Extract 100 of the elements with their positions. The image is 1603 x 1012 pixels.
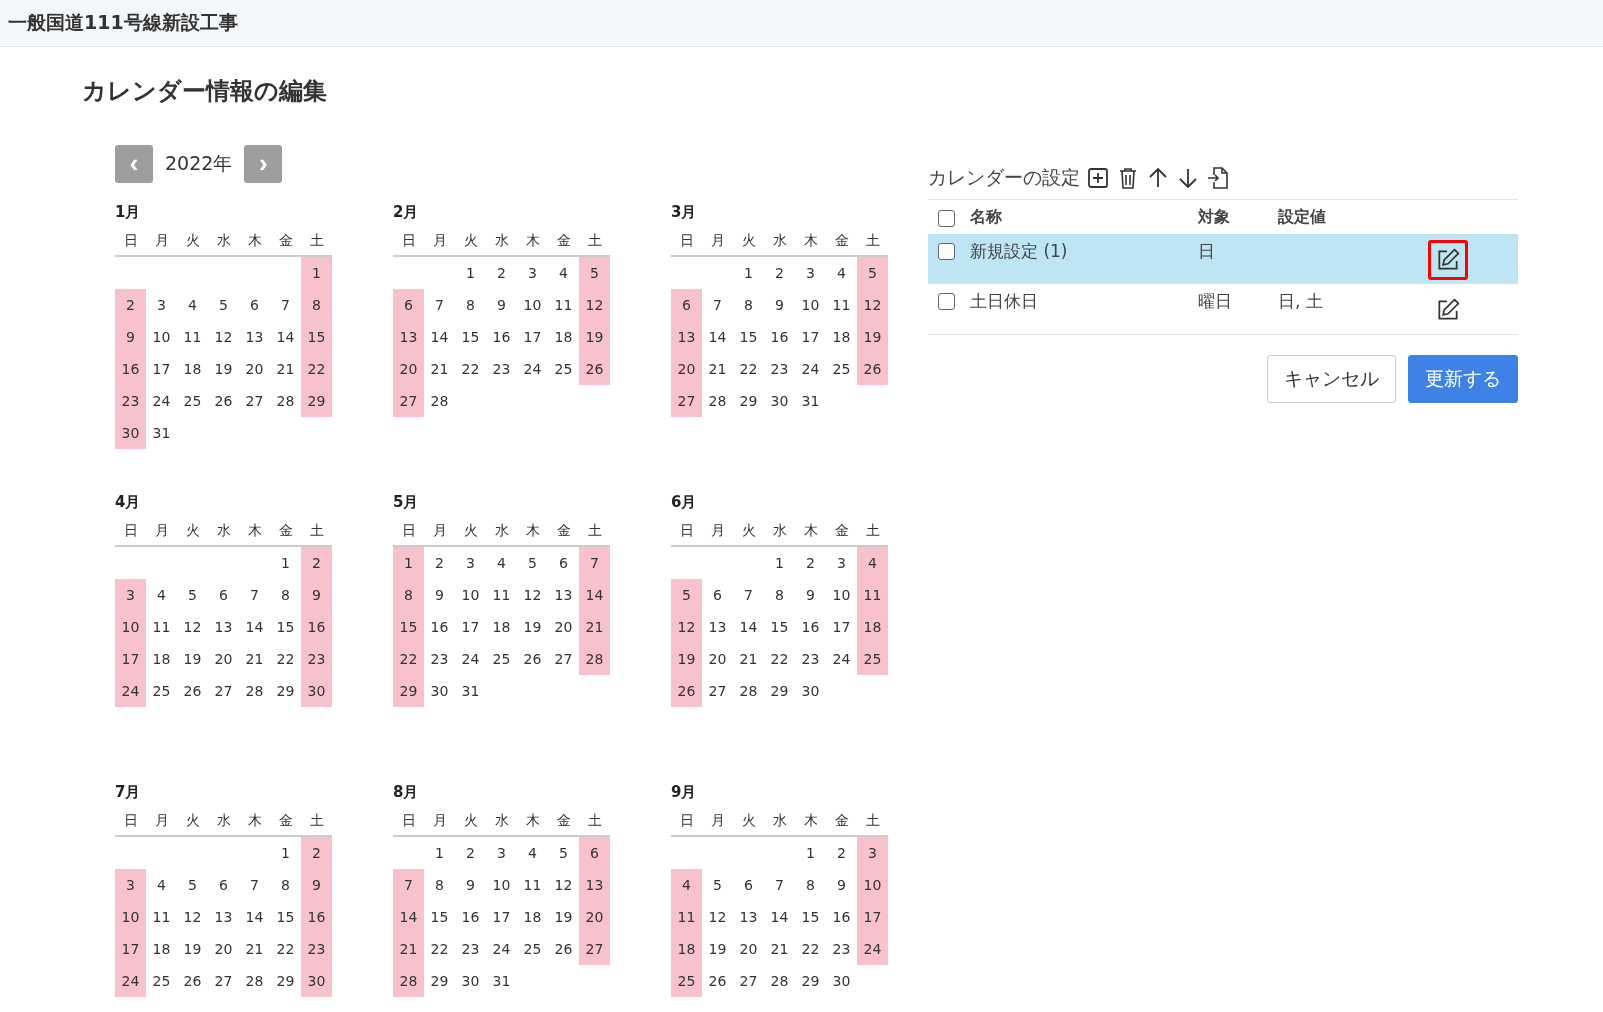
date[interactable]: 11 xyxy=(177,321,208,353)
date[interactable]: 19 xyxy=(548,901,579,933)
date[interactable]: 11 xyxy=(548,289,579,321)
date[interactable]: 20 xyxy=(239,353,270,385)
holiday-date[interactable]: 23 xyxy=(301,933,332,965)
date[interactable]: 15 xyxy=(270,901,301,933)
date[interactable]: 7 xyxy=(733,579,764,611)
date[interactable]: 11 xyxy=(826,289,857,321)
date[interactable]: 18 xyxy=(177,353,208,385)
date[interactable]: 4 xyxy=(826,257,857,289)
date[interactable]: 24 xyxy=(517,353,548,385)
date[interactable]: 20 xyxy=(208,933,239,965)
holiday-date[interactable]: 26 xyxy=(857,353,888,385)
holiday-date[interactable]: 28 xyxy=(579,643,610,675)
holiday-date[interactable]: 23 xyxy=(115,385,146,417)
date[interactable]: 28 xyxy=(424,385,455,417)
date[interactable]: 25 xyxy=(146,965,177,997)
holiday-date[interactable]: 1 xyxy=(301,257,332,289)
date[interactable]: 1 xyxy=(455,257,486,289)
holiday-date[interactable]: 14 xyxy=(579,579,610,611)
date[interactable]: 7 xyxy=(424,289,455,321)
holiday-date[interactable]: 23 xyxy=(301,643,332,675)
date[interactable]: 17 xyxy=(826,611,857,643)
date[interactable]: 7 xyxy=(270,289,301,321)
date[interactable]: 20 xyxy=(733,933,764,965)
holiday-date[interactable]: 5 xyxy=(857,257,888,289)
edit-button[interactable] xyxy=(1428,240,1468,280)
date[interactable]: 24 xyxy=(826,643,857,675)
holiday-date[interactable]: 8 xyxy=(393,579,424,611)
date[interactable]: 4 xyxy=(146,579,177,611)
holiday-date[interactable]: 26 xyxy=(671,675,702,707)
date[interactable]: 26 xyxy=(177,675,208,707)
holiday-date[interactable]: 20 xyxy=(393,353,424,385)
date[interactable]: 27 xyxy=(208,675,239,707)
holiday-date[interactable]: 5 xyxy=(671,579,702,611)
date[interactable]: 1 xyxy=(764,547,795,579)
date[interactable]: 6 xyxy=(208,579,239,611)
date[interactable]: 18 xyxy=(826,321,857,353)
holiday-date[interactable]: 10 xyxy=(857,869,888,901)
date[interactable]: 24 xyxy=(795,353,826,385)
holiday-date[interactable]: 17 xyxy=(115,643,146,675)
date[interactable]: 5 xyxy=(177,579,208,611)
date[interactable]: 10 xyxy=(795,289,826,321)
date[interactable]: 17 xyxy=(517,321,548,353)
holiday-date[interactable]: 6 xyxy=(393,289,424,321)
date[interactable]: 2 xyxy=(764,257,795,289)
date[interactable]: 2 xyxy=(486,257,517,289)
holiday-date[interactable]: 24 xyxy=(115,965,146,997)
date[interactable]: 29 xyxy=(733,385,764,417)
date[interactable]: 5 xyxy=(208,289,239,321)
date[interactable]: 8 xyxy=(424,869,455,901)
date[interactable]: 10 xyxy=(517,289,548,321)
date[interactable]: 27 xyxy=(702,675,733,707)
holiday-date[interactable]: 8 xyxy=(301,289,332,321)
date[interactable]: 27 xyxy=(548,643,579,675)
date[interactable]: 28 xyxy=(764,965,795,997)
holiday-date[interactable]: 7 xyxy=(579,547,610,579)
date[interactable]: 16 xyxy=(826,901,857,933)
date[interactable]: 25 xyxy=(486,643,517,675)
date[interactable]: 5 xyxy=(702,869,733,901)
holiday-date[interactable]: 6 xyxy=(671,289,702,321)
holiday-date[interactable]: 30 xyxy=(301,675,332,707)
date[interactable]: 16 xyxy=(455,901,486,933)
holiday-date[interactable]: 6 xyxy=(579,837,610,869)
holiday-date[interactable]: 13 xyxy=(579,869,610,901)
date[interactable]: 10 xyxy=(455,579,486,611)
date[interactable]: 14 xyxy=(733,611,764,643)
date[interactable]: 7 xyxy=(702,289,733,321)
date[interactable]: 29 xyxy=(764,675,795,707)
date[interactable]: 3 xyxy=(517,257,548,289)
date[interactable]: 22 xyxy=(270,933,301,965)
date[interactable]: 29 xyxy=(424,965,455,997)
date[interactable]: 12 xyxy=(177,611,208,643)
arrow-down-icon[interactable] xyxy=(1176,166,1200,190)
date[interactable]: 19 xyxy=(517,611,548,643)
date[interactable]: 30 xyxy=(455,965,486,997)
holiday-date[interactable]: 17 xyxy=(857,901,888,933)
date[interactable]: 8 xyxy=(764,579,795,611)
select-all-checkbox[interactable] xyxy=(938,209,955,227)
date[interactable]: 4 xyxy=(177,289,208,321)
date[interactable]: 21 xyxy=(424,353,455,385)
date[interactable]: 19 xyxy=(177,643,208,675)
date[interactable]: 21 xyxy=(702,353,733,385)
date[interactable]: 14 xyxy=(270,321,301,353)
date[interactable]: 2 xyxy=(795,547,826,579)
date[interactable]: 22 xyxy=(764,643,795,675)
date[interactable]: 13 xyxy=(702,611,733,643)
date[interactable]: 24 xyxy=(486,933,517,965)
holiday-date[interactable]: 20 xyxy=(579,901,610,933)
holiday-date[interactable]: 25 xyxy=(671,965,702,997)
date[interactable]: 2 xyxy=(455,837,486,869)
date[interactable]: 23 xyxy=(486,353,517,385)
holiday-date[interactable]: 4 xyxy=(671,869,702,901)
date[interactable]: 14 xyxy=(239,901,270,933)
date[interactable]: 12 xyxy=(702,901,733,933)
date[interactable]: 22 xyxy=(455,353,486,385)
date[interactable]: 10 xyxy=(826,579,857,611)
date[interactable]: 19 xyxy=(702,933,733,965)
date[interactable]: 1 xyxy=(270,837,301,869)
holiday-date[interactable]: 18 xyxy=(671,933,702,965)
